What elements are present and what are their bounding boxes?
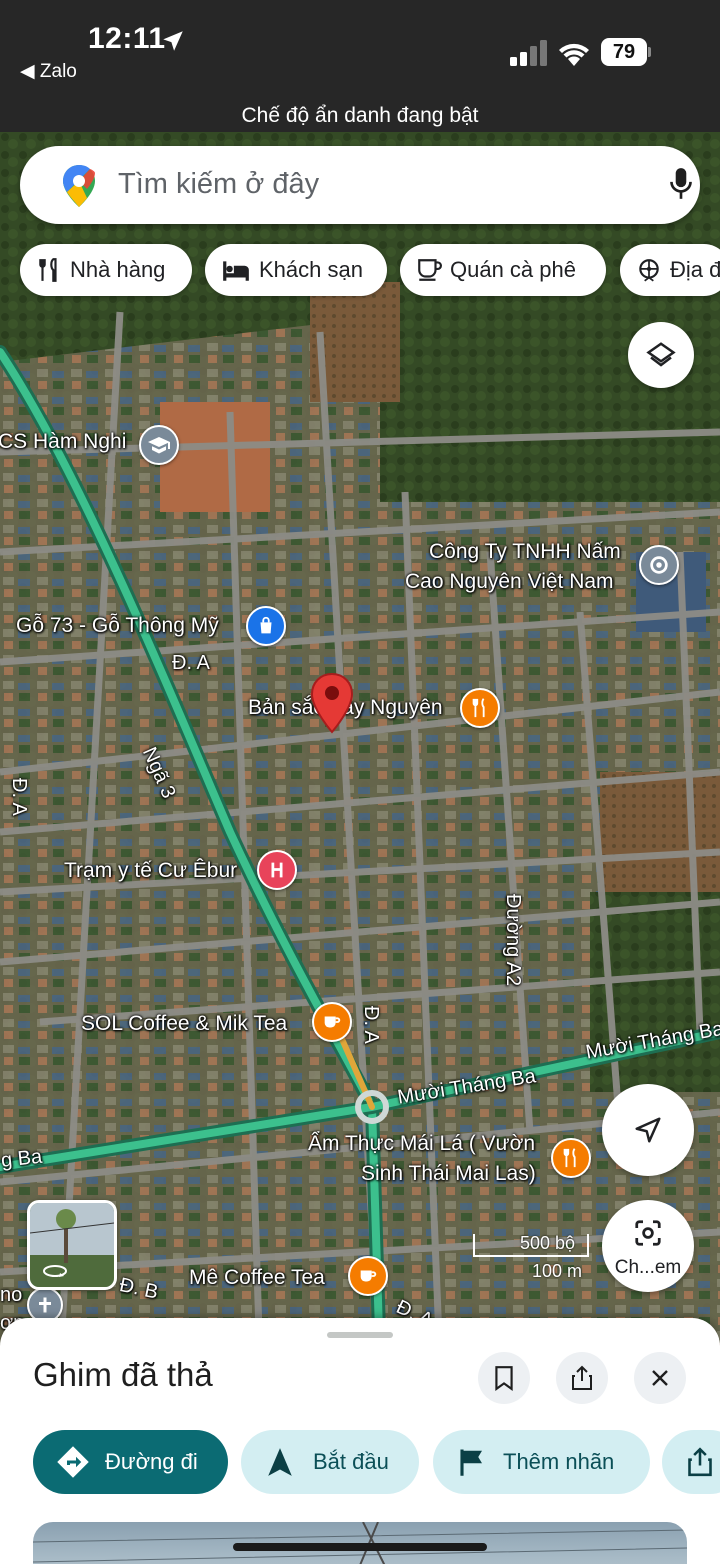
google-maps-logo-icon	[63, 165, 95, 207]
road-label-da-vertical: Đ. A	[8, 778, 30, 816]
coffee-cup-icon	[324, 1016, 341, 1028]
restaurant-pin[interactable]	[460, 688, 500, 728]
layers-icon	[646, 342, 676, 367]
map-label-wood-store[interactable]: Gỗ 73 - Gỗ Thông Mỹ	[16, 614, 219, 638]
place-bottom-sheet[interactable]: Ghim đã thả Đường đi Bắt đầu Thêm nhãn	[0, 1318, 720, 1564]
road-label-da: Đ. A	[172, 652, 210, 674]
start-label: Bắt đầu	[313, 1449, 389, 1474]
map-label-mai-la-line2[interactable]: Sinh Thái Mai Las)	[361, 1162, 536, 1186]
coffee-cup-icon	[360, 1270, 377, 1282]
shopping-bag-icon	[260, 616, 272, 634]
road-label-da-south: Đ. A	[360, 1006, 382, 1044]
location-arrow-icon	[163, 31, 183, 51]
search-input[interactable]: Tìm kiếm ở đây	[118, 168, 319, 201]
save-button[interactable]	[478, 1352, 530, 1404]
road-label-ba-west: g Ba	[0, 1145, 44, 1172]
share-icon	[688, 1447, 712, 1477]
navigation-arrow-icon	[268, 1448, 292, 1476]
chip-attractions[interactable]: Địa đ	[620, 244, 720, 296]
directions-icon	[57, 1446, 89, 1478]
add-label-label: Thêm nhãn	[503, 1449, 615, 1474]
search-bar[interactable]: Tìm kiếm ở đây	[20, 146, 700, 224]
sheet-drag-handle[interactable]	[327, 1332, 393, 1338]
battery-level: 79	[601, 38, 647, 66]
layers-button[interactable]	[628, 322, 694, 388]
directions-button[interactable]: Đường đi	[33, 1430, 228, 1494]
sheet-title: Ghim đã thả	[33, 1356, 213, 1393]
chip-attractions-label: Địa đ	[670, 257, 720, 282]
cellular-signal-icon	[510, 40, 547, 66]
cross-icon	[39, 1297, 51, 1313]
coffee-icon	[418, 259, 442, 281]
dropped-pin-icon[interactable]	[309, 672, 355, 734]
map-label-me-coffee[interactable]: Mê Coffee Tea	[189, 1266, 325, 1290]
back-to-app-link[interactable]: ◀ Zalo	[20, 60, 77, 83]
start-button[interactable]: Bắt đầu	[241, 1430, 419, 1494]
lens-label: Ch...em	[614, 1257, 682, 1278]
share-button[interactable]	[556, 1352, 608, 1404]
flag-icon	[460, 1449, 482, 1476]
place-icon	[650, 556, 668, 574]
battery-indicator: 79	[601, 38, 651, 66]
map-scale: 500 bộ 100 m	[470, 1230, 590, 1281]
map-label-edge-1: no	[0, 1284, 23, 1306]
satellite-imagery	[0, 132, 720, 1364]
graduation-cap-icon	[148, 437, 170, 454]
company-pin[interactable]	[639, 545, 679, 585]
street-view-thumbnail[interactable]	[27, 1200, 117, 1290]
fork-knife-icon	[563, 1148, 576, 1168]
status-bar: 12:11 ◀ Zalo 79 Chế độ ẩn danh đang bật	[0, 0, 720, 132]
restaurant-icon	[39, 258, 57, 282]
map-label-company-line1[interactable]: Công Ty TNHH Nấm	[429, 540, 621, 564]
add-label-button[interactable]: Thêm nhãn	[433, 1430, 650, 1494]
map-label-mai-la-line1[interactable]: Ẩm Thực Mái Lá ( Vườn	[308, 1132, 535, 1156]
directions-label: Đường đi	[105, 1449, 198, 1474]
coffee-pin-me[interactable]	[348, 1256, 388, 1296]
camera-lens-icon	[635, 1220, 661, 1246]
home-indicator	[233, 1543, 487, 1551]
restaurant-pin-mai-la[interactable]	[551, 1138, 591, 1178]
map-label-clinic[interactable]: Trạm y tế Cư Êbur	[64, 859, 237, 883]
school-pin[interactable]	[139, 425, 179, 465]
close-button[interactable]	[634, 1352, 686, 1404]
map-view[interactable]: CS Hàm Nghi Công Ty TNHH Nấm Cao Nguyên …	[0, 132, 720, 1364]
rotate-360-icon	[43, 1265, 67, 1277]
map-label-sol-coffee[interactable]: SOL Coffee & Mik Tea	[81, 1012, 287, 1036]
chip-coffee-label: Quán cà phê	[450, 257, 576, 282]
my-location-button[interactable]	[602, 1084, 694, 1176]
hotel-icon	[223, 261, 249, 281]
microphone-icon[interactable]	[668, 166, 694, 202]
bookmark-icon	[495, 1366, 513, 1391]
wifi-icon	[559, 43, 589, 66]
map-label-company-line2[interactable]: Cao Nguyên Việt Nam	[405, 570, 614, 594]
chip-restaurants-label: Nhà hàng	[70, 257, 166, 282]
hospital-icon	[271, 862, 283, 878]
hospital-pin[interactable]	[257, 850, 297, 890]
road-label-a2: Đường A2	[502, 894, 524, 987]
status-time: 12:11	[88, 22, 166, 55]
share-icon	[572, 1365, 592, 1390]
share-action-button[interactable]	[662, 1430, 720, 1494]
scale-meters: 100 m	[532, 1261, 583, 1281]
incognito-banner: Chế độ ẩn danh đang bật	[241, 104, 479, 127]
chip-restaurants[interactable]: Nhà hàng	[20, 244, 192, 296]
scale-feet: 500 bộ	[520, 1233, 576, 1253]
attraction-icon	[639, 259, 659, 282]
chip-hotels[interactable]: Khách sạn	[205, 244, 387, 296]
fork-knife-icon	[472, 698, 485, 718]
map-label-school[interactable]: CS Hàm Nghi	[0, 430, 126, 454]
close-icon	[652, 1370, 668, 1386]
chip-coffee[interactable]: Quán cà phê	[400, 244, 606, 296]
navigation-arrow-outline-icon	[635, 1117, 661, 1143]
chip-hotels-label: Khách sạn	[259, 257, 363, 282]
shopping-pin[interactable]	[246, 606, 286, 646]
coffee-pin[interactable]	[312, 1002, 352, 1042]
